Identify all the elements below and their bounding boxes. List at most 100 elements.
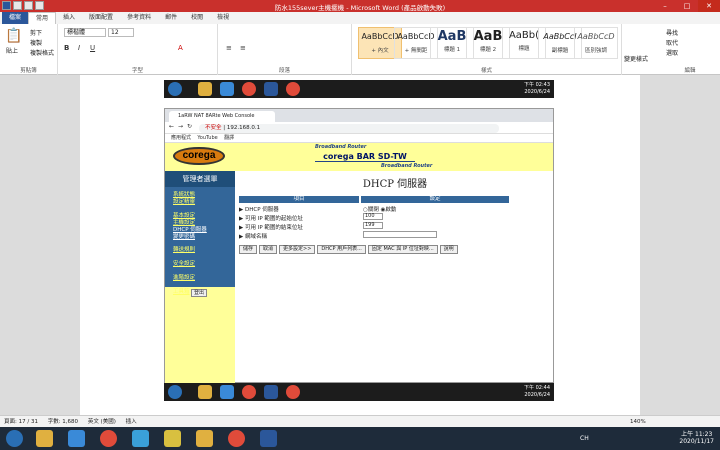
bookmarks-bar: 應用程式 YouTube 翻譯 xyxy=(165,134,553,143)
bold-icon[interactable]: B xyxy=(64,44,69,52)
tab-layout[interactable]: 版面配置 xyxy=(82,12,120,24)
help-button[interactable]: 說明 xyxy=(439,245,458,254)
ribbon-tabs: 檔案 常用 插入 版面配置 參考資料 郵件 校閱 檢視 xyxy=(0,12,720,24)
ip-start-input[interactable]: 100 xyxy=(363,213,383,220)
logout-button[interactable]: 登出 xyxy=(191,289,207,297)
windows-taskbar: CH 上午 11:23 2020/11/17 xyxy=(0,427,720,450)
align-left-icon[interactable]: ≡ xyxy=(226,44,232,52)
tab-references[interactable]: 參考資料 xyxy=(120,12,158,24)
chrome-icon xyxy=(242,385,256,399)
tab-file[interactable]: 檔案 xyxy=(2,12,29,24)
chrome-icon[interactable] xyxy=(100,430,117,447)
font-label: 字型 xyxy=(131,68,143,74)
folder-icon xyxy=(198,82,212,96)
tab-insert[interactable]: 插入 xyxy=(56,12,82,24)
format-painter-button[interactable]: 複製格式 xyxy=(30,48,54,57)
word-task-icon xyxy=(264,385,278,399)
more-settings-button[interactable]: 更多設定>> xyxy=(279,245,316,254)
cancel-button[interactable]: 取消 xyxy=(259,245,278,254)
embedded-browser: 1aRW NAT 8ARte Web Console ← → ↻ 不安全 | 1… xyxy=(164,108,554,383)
start-button[interactable] xyxy=(6,430,23,447)
ribbon: 📋 貼上 剪下 複製 複製格式 剪貼簿 標楷體 12 B I U A 字型 ≡ … xyxy=(0,24,720,75)
font-color-icon[interactable]: A xyxy=(178,44,183,52)
router-main: DHCP 伺服器 項目 設定 ▶ DHCP 伺服器 ○關閉 ◉啟動 ▶ 可用 I… xyxy=(237,171,553,383)
router-page: corega Broadband Router corega BAR SD-TW… xyxy=(165,143,553,383)
explorer-icon[interactable] xyxy=(196,430,213,447)
replace-button[interactable]: 取代 xyxy=(666,38,678,47)
clipboard-label: 剪貼簿 xyxy=(20,68,37,74)
ime-indicator[interactable]: CH xyxy=(580,435,589,442)
ie-icon xyxy=(220,385,234,399)
save-button[interactable]: 儲存 xyxy=(239,245,258,254)
styles-group: AaBbCcD + 內文 AaBbCcD + 無間距 AaB 標題 1 AaB 標題 2… xyxy=(352,24,622,75)
brand-top: Broadband Router xyxy=(315,144,367,150)
embedded-clock-top: 下午 02:43 2020/6/24 xyxy=(524,82,550,95)
brand-bottom: Broadband Router xyxy=(381,163,433,169)
folder-icon[interactable] xyxy=(36,430,53,447)
word-count[interactable]: 字數: 1,680 xyxy=(48,419,78,425)
system-clock[interactable]: 上午 11:23 2020/11/17 xyxy=(679,431,714,445)
back-icon: ← xyxy=(169,123,175,130)
embedded-taskbar-bottom: 下午 02:44 2020/6/24 xyxy=(164,383,554,401)
tab-mailings[interactable]: 郵件 xyxy=(158,12,184,24)
page-count[interactable]: 頁面: 17 / 31 xyxy=(4,419,38,425)
align-center-icon[interactable]: ≡ xyxy=(240,44,246,52)
brand-name: corega BAR SD-TW xyxy=(315,152,415,162)
menu-forwarding-rules[interactable]: 轉送規則 xyxy=(173,245,195,253)
tab-home[interactable]: 常用 xyxy=(28,12,57,24)
admin-menu-title: 管理者選單 xyxy=(165,171,235,187)
change-styles-button[interactable]: 變更樣式 xyxy=(624,54,648,63)
underline-icon[interactable]: U xyxy=(90,44,95,52)
ie-icon xyxy=(220,82,234,96)
menu-advanced-settings[interactable]: 進階設定 xyxy=(173,273,195,281)
paste-icon[interactable]: 📋 xyxy=(5,28,22,44)
find-button[interactable]: 尋找 xyxy=(666,28,678,37)
minimize-button[interactable]: – xyxy=(654,0,676,12)
menu-toolbox[interactable]: 工具箱 xyxy=(173,287,190,295)
dhcp-client-list-button[interactable]: DHCP 用戶列表... xyxy=(317,245,366,254)
editing-group: 尋找 取代 選取 編輯 xyxy=(660,24,720,75)
styles-label: 樣式 xyxy=(480,68,492,74)
paragraph-label: 段落 xyxy=(278,68,290,74)
tab-review[interactable]: 校閱 xyxy=(184,12,210,24)
column-item: 項目 xyxy=(239,196,359,203)
style-subtle-emphasis[interactable]: AaBbCcD 區別強調 xyxy=(574,27,618,59)
ip-end-input[interactable]: 199 xyxy=(363,222,383,229)
reload-icon: ↻ xyxy=(187,123,193,130)
font-name-select[interactable]: 標楷體 xyxy=(64,28,106,37)
app-icon[interactable] xyxy=(132,430,149,447)
domain-name-input[interactable] xyxy=(363,231,437,238)
italic-icon[interactable]: I xyxy=(78,44,80,52)
cut-button[interactable]: 剪下 xyxy=(30,28,42,37)
corega-logo: corega xyxy=(173,147,225,165)
chrome-icon xyxy=(242,82,256,96)
sticky-icon[interactable] xyxy=(164,430,181,447)
tab-view[interactable]: 檢視 xyxy=(210,12,236,24)
word-icon[interactable] xyxy=(260,430,277,447)
clipboard-group: 📋 貼上 剪下 複製 複製格式 剪貼簿 xyxy=(0,24,58,75)
column-setting: 設定 xyxy=(361,196,509,203)
menu-change-password[interactable]: 變更密碼 xyxy=(173,232,195,240)
editing-label: 編輯 xyxy=(684,68,696,74)
menu-security-settings[interactable]: 安全設定 xyxy=(173,259,195,267)
close-button[interactable]: ✕ xyxy=(698,0,720,12)
chrome-icon-2[interactable] xyxy=(228,430,245,447)
status-bar: 頁面: 17 / 31 字數: 1,680 英文 (美國) 插入 140% xyxy=(0,415,720,427)
row-ip-end: ▶ 可用 IP 範圍的結束位址 xyxy=(239,225,303,231)
copy-button[interactable]: 複製 xyxy=(30,38,42,47)
select-button[interactable]: 選取 xyxy=(666,48,678,57)
router-banner: corega Broadband Router corega BAR SD-TW… xyxy=(165,143,553,171)
insert-mode[interactable]: 插入 xyxy=(126,419,137,425)
menu-setup-wizard[interactable]: 設定精靈 xyxy=(173,197,195,205)
word-task-icon xyxy=(264,82,278,96)
maximize-button[interactable]: □ xyxy=(676,0,698,12)
folder-icon xyxy=(198,385,212,399)
language[interactable]: 英文 (美國) xyxy=(88,419,116,425)
mac-ip-mapping-button[interactable]: 固定 MAC 與 IP 位址對映... xyxy=(367,245,438,254)
font-size-select[interactable]: 12 xyxy=(108,28,134,37)
window-title: 防水155sever主機擺機 - Microsoft Word (產品啟動失敗) xyxy=(274,4,446,12)
ie-icon[interactable] xyxy=(68,430,85,447)
dhcp-radio-group: ○關閉 ◉啟動 xyxy=(363,207,397,213)
font-group: 標楷體 12 B I U A 字型 xyxy=(58,24,218,75)
paste-button[interactable]: 貼上 xyxy=(6,46,18,55)
